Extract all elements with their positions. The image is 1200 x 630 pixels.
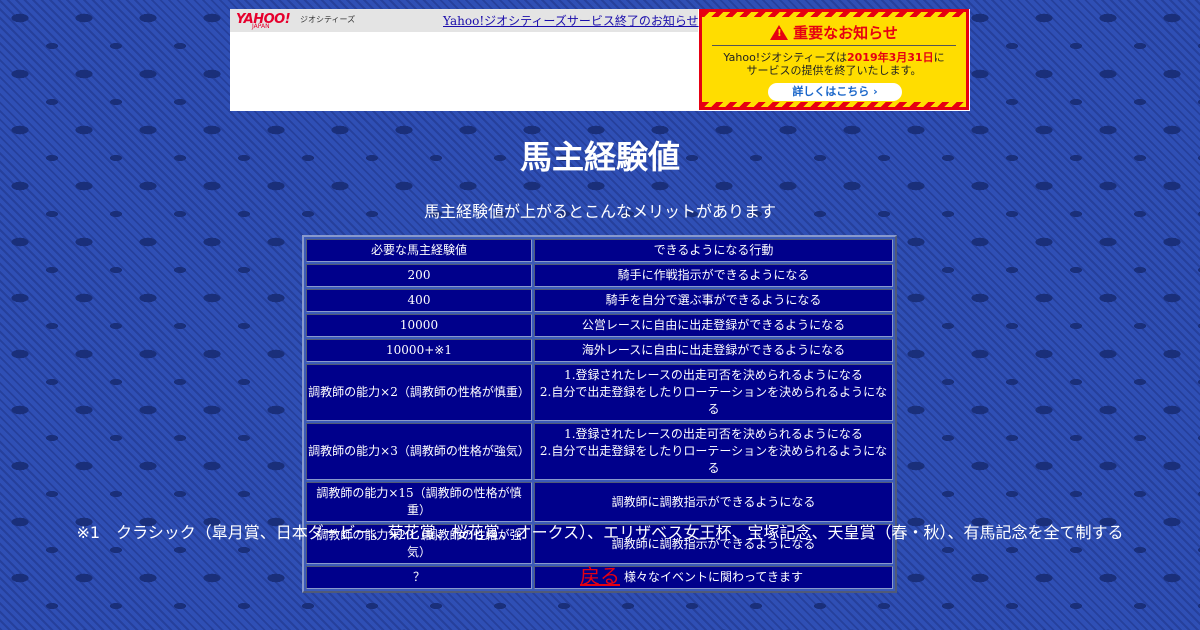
required-exp-cell: 調教師の能力×2（調教師の性格が慎重） — [306, 364, 532, 421]
table-row: 調教師の能力×15（調教師の性格が慎重） 調教師に調教指示ができるようになる — [306, 482, 893, 522]
notice-divider — [712, 45, 956, 46]
table-row: 400 騎手を自分で選ぶ事ができるようになる — [306, 289, 893, 312]
notice-body: Yahoo!ジオシティーズは2019年3月31日に サービスの提供を終了いたしま… — [706, 51, 962, 77]
notice-date: 2019年3月31日 — [847, 51, 934, 64]
warning-icon: ! — [770, 25, 789, 40]
table-row: 10000 公営レースに自由に出走登録ができるようになる — [306, 314, 893, 337]
notice-title: ! 重要なお知らせ — [702, 22, 966, 43]
action-line: 調教師に調教指示ができるようになる — [611, 494, 816, 509]
intro-text: 馬主経験値が上がるとこんなメリットがあります — [423, 202, 776, 221]
required-exp-cell: 調教師の能力×15（調教師の性格が慎重） — [306, 482, 532, 522]
footnote: ※1 クラシック（皐月賞、日本ダービー、菊花賞、桜花賞、オークス）、エリザベス女… — [76, 523, 1124, 542]
required-exp-cell: 400 — [306, 289, 532, 312]
action-cell: 騎手を自分で選ぶ事ができるようになる — [534, 289, 893, 312]
required-exp-cell: 10000+※1 — [306, 339, 532, 362]
notice-body-prefix: Yahoo!ジオシティーズは — [723, 51, 847, 64]
geocities-label: ジオシティーズ — [300, 15, 356, 24]
table-row: 調教師の能力×3（調教師の性格が強気） 1.登録されたレースの出走可否を決められる… — [306, 423, 893, 480]
yahoo-geocities-bar: YAHOO! JAPAN ジオシティーズ Yahoo!ジオシティーズサービス終了… — [230, 9, 970, 111]
yahoo-header-strip: YAHOO! JAPAN ジオシティーズ Yahoo!ジオシティーズサービス終了… — [230, 9, 699, 32]
table-header-row: 必要な馬主経験値 できるようになる行動 — [306, 239, 893, 262]
action-line: 騎手を自分で選ぶ事ができるようになる — [605, 293, 822, 307]
action-line: 2.自分で出走登録をしたりローテーションを決められるようになる — [539, 385, 888, 416]
yahoo-logo-sub: JAPAN — [252, 23, 270, 30]
notice-body-line2: サービスの提供を終了いたします。 — [746, 64, 922, 77]
table-row: 10000+※1 海外レースに自由に出走登録ができるようになる — [306, 339, 893, 362]
important-notice-banner[interactable]: ! 重要なお知らせ Yahoo!ジオシティーズは2019年3月31日に サービスの… — [699, 9, 969, 110]
notice-body-suffix: に — [933, 51, 945, 64]
action-cell: 1.登録されたレースの出走可否を決められるようになる 2.自分で出走登録をしたりロ… — [534, 364, 893, 421]
action-line: 1.登録されたレースの出走可否を決められるようになる — [564, 368, 863, 382]
action-cell: 海外レースに自由に出走登録ができるようになる — [534, 339, 893, 362]
back-link[interactable]: 戻る — [0, 560, 1200, 589]
table-row: 調教師の能力×2（調教師の性格が慎重） 1.登録されたレースの出走可否を決められる… — [306, 364, 893, 421]
action-cell: 騎手に作戦指示ができるようになる — [534, 264, 893, 287]
header-required-exp: 必要な馬主経験値 — [306, 239, 532, 262]
action-cell: 公営レースに自由に出走登録ができるようになる — [534, 314, 893, 337]
action-line: 2.自分で出走登録をしたりローテーションを決められるようになる — [539, 444, 888, 475]
action-line: 海外レースに自由に出走登録ができるようになる — [581, 343, 846, 357]
action-line: 1.登録されたレースの出走可否を決められるようになる — [564, 427, 863, 441]
action-line: 公営レースに自由に出走登録ができるようになる — [581, 318, 846, 332]
notice-title-text: 重要なお知らせ — [793, 24, 898, 42]
action-cell: 1.登録されたレースの出走可否を決められるようになる 2.自分で出走登録をしたりロ… — [534, 423, 893, 480]
table-row: 200 騎手に作戦指示ができるようになる — [306, 264, 893, 287]
action-cell: 調教師に調教指示ができるようになる — [534, 482, 893, 522]
header-available-action: できるようになる行動 — [534, 239, 893, 262]
service-end-notice-link[interactable]: Yahoo!ジオシティーズサービス終了のお知らせ — [443, 12, 699, 29]
required-exp-cell: 200 — [306, 264, 532, 287]
details-button[interactable]: 詳しくはこちら › — [768, 83, 902, 101]
page-title: 馬主経験値 — [519, 138, 680, 176]
action-line: 騎手に作戦指示ができるようになる — [617, 268, 810, 282]
required-exp-cell: 調教師の能力×3（調教師の性格が強気） — [306, 423, 532, 480]
required-exp-cell: 10000 — [306, 314, 532, 337]
